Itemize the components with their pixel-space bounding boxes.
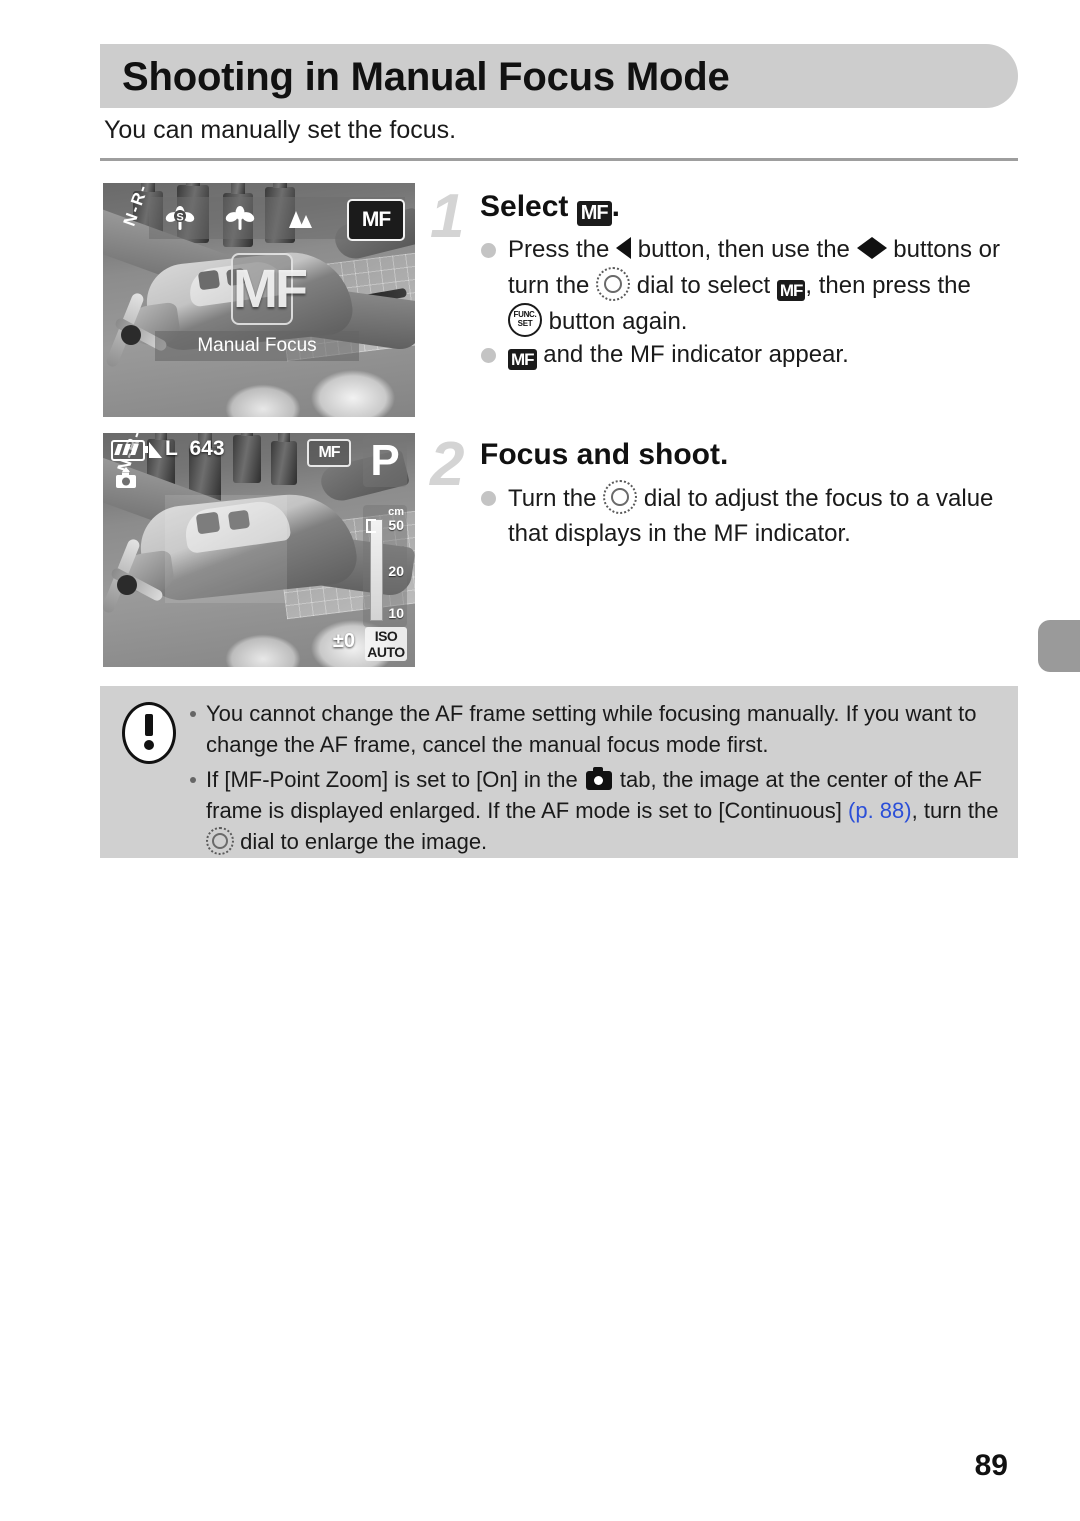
- resolution-label: L: [165, 437, 178, 460]
- control-dial-icon: [206, 827, 234, 855]
- mf-tick-10: 10: [388, 605, 404, 621]
- control-dial-icon: [603, 480, 638, 514]
- page-reference-link[interactable]: (p. 88): [848, 798, 912, 823]
- mf-icon: MF: [776, 280, 806, 301]
- step-1-title-prefix: Select: [480, 190, 577, 223]
- left-arrow-icon: [616, 237, 632, 259]
- caution-content: You cannot change the AF frame setting w…: [188, 698, 1002, 861]
- caution-item-1: You cannot change the AF frame setting w…: [188, 698, 1002, 760]
- image-quality-indicator: L 643: [149, 437, 225, 461]
- exclamation-icon: [122, 702, 176, 764]
- super-macro-icon[interactable]: S: [165, 204, 195, 232]
- iso-label: ISO: [374, 628, 398, 644]
- infinity-icon[interactable]: [285, 204, 315, 232]
- shots-remaining-count: 643: [189, 437, 225, 460]
- step-1-text-1: Press the button, then use the buttons o…: [508, 236, 1000, 337]
- plane-propeller-hub: [117, 575, 137, 595]
- text: You cannot change the AF frame setting w…: [206, 701, 977, 757]
- caution-box: You cannot change the AF frame setting w…: [100, 686, 1018, 858]
- step-1-title: Select MF.: [480, 190, 620, 226]
- step-2-bullet-1: [481, 491, 496, 506]
- mf-bar-track: [370, 519, 383, 621]
- battery-icon: [111, 440, 148, 461]
- focus-mode-row[interactable]: S MF: [149, 197, 405, 241]
- step-2-number: 2: [430, 430, 465, 499]
- plane-window: [197, 269, 221, 291]
- page-title: Shooting in Manual Focus Mode: [122, 55, 730, 99]
- mf-overlay-icon: MF: [231, 253, 308, 325]
- iso-badge: ISO AUTO: [365, 627, 407, 661]
- left-arrow-icon: [856, 237, 872, 259]
- step-1-bullet-1: [481, 243, 496, 258]
- mf-tick-20: 20: [388, 563, 404, 579]
- text: , turn the: [911, 798, 999, 823]
- text: button, then use the: [637, 236, 850, 263]
- header-divider: [100, 158, 1018, 161]
- caution-item-2: If [MF-Point Zoom] is set to [On] in the…: [188, 764, 1002, 857]
- macro-icon[interactable]: [225, 204, 255, 232]
- step-1-title-suffix: .: [611, 190, 620, 223]
- step-2-text-1: Turn the dial to adjust the focus to a v…: [508, 480, 1008, 551]
- text: then press the: [818, 272, 971, 299]
- right-arrow-icon: [871, 237, 887, 259]
- focus-mode-mf-selected[interactable]: MF: [347, 199, 405, 241]
- text: Turn the: [508, 485, 597, 512]
- step-1-text-2: MF and the MF indicator appear.: [508, 337, 1008, 372]
- text: and the MF indicator appear.: [543, 341, 849, 368]
- text: Press the: [508, 236, 610, 263]
- step-2-title: Focus and shoot.: [480, 438, 729, 471]
- step-1-number: 1: [430, 182, 465, 251]
- mf-badge: MF: [307, 439, 351, 467]
- iso-value: AUTO: [367, 644, 405, 660]
- plane-propeller-hub: [121, 325, 141, 345]
- focus-mode-label: Manual Focus: [155, 331, 359, 361]
- shots-remaining-icon: [113, 467, 139, 489]
- mf-tick-50: 50: [388, 517, 404, 533]
- svg-text:S: S: [176, 212, 183, 224]
- step-1-bullet-2: [481, 348, 496, 363]
- func-set-icon: FUNC. SET: [508, 303, 542, 337]
- screenshot-func-menu: N-R-Y F-J S: [103, 183, 415, 417]
- screenshot-shooting-display: N-R-Y F-J L 643 MF P cm 50 20: [103, 433, 415, 667]
- mf-distance-indicator: cm 50 20 10: [363, 505, 407, 627]
- mf-bar-cursor: [366, 519, 376, 533]
- text: dial to select: [636, 272, 771, 299]
- af-frame-region: [165, 495, 287, 603]
- intro-text: You can manually set the focus.: [104, 116, 457, 144]
- control-dial-icon: [596, 267, 631, 301]
- shooting-mode-badge: P: [363, 435, 407, 487]
- text: dial to adjust the focus to a: [643, 485, 930, 512]
- mf-icon: MF: [508, 349, 537, 370]
- text: dial to enlarge the image.: [234, 829, 488, 854]
- page-number: 89: [974, 1449, 1008, 1482]
- chapter-index-tab[interactable]: [1038, 620, 1080, 672]
- exposure-compensation-value: ±0: [332, 630, 355, 652]
- camera-tab-icon: [585, 767, 612, 790]
- compression-icon: [149, 442, 162, 458]
- mf-icon: MF: [576, 201, 612, 226]
- text: If [MF-Point Zoom] is set to [On] in the: [206, 767, 584, 792]
- text: button again.: [548, 308, 688, 335]
